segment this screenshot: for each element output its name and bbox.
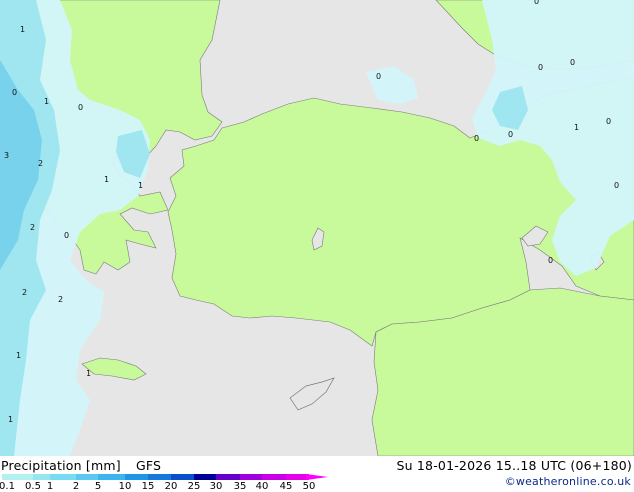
precip-label: 1 xyxy=(20,25,25,34)
colorbar-tick-label: 25 xyxy=(187,481,201,492)
colorbar-tick-label: 5 xyxy=(94,481,102,492)
precip-label: 0 xyxy=(570,58,575,67)
precip-label: 0 xyxy=(548,256,553,265)
precip-label: 0 xyxy=(614,181,619,190)
precip-label: 3 xyxy=(4,151,9,160)
precip-label: 0 xyxy=(606,117,611,126)
colorbar-segment xyxy=(50,474,76,480)
precip-label: 0 xyxy=(534,0,539,6)
precip-label: 1 xyxy=(16,351,21,360)
precip-label: 2 xyxy=(30,223,35,232)
colorbar-tick-label: 35 xyxy=(233,481,247,492)
precip-label: 2 xyxy=(38,159,43,168)
colorbar-segment xyxy=(125,474,148,480)
precip-label: 2 xyxy=(58,295,63,304)
precip-label: 1 xyxy=(86,369,91,378)
colorbar-segment xyxy=(148,474,171,480)
colorbar-tick-label: 20 xyxy=(164,481,178,492)
precip-label: 0 xyxy=(78,103,83,112)
colorbar-tick-label: 0.1 xyxy=(0,481,15,492)
colorbar-segment xyxy=(240,474,262,480)
colorbar-tick-label: 15 xyxy=(141,481,155,492)
precip-label: 1 xyxy=(138,181,143,190)
colorbar-tick-label: 50 xyxy=(302,481,316,492)
precip-label: 0 xyxy=(12,88,17,97)
colorbar-tick-label: 30 xyxy=(209,481,223,492)
precip-label: 0 xyxy=(538,63,543,72)
precip-label: 1 xyxy=(8,415,13,424)
precip-label: 0 xyxy=(508,130,513,139)
weather-map: 1 0 1 0 3 2 1 1 2 0 2 2 1 1 1 0 0 0 0 1 0 0 0 0 0 xyxy=(0,0,634,456)
colorbar-segment xyxy=(76,474,98,480)
colorbar-segment xyxy=(262,474,286,480)
product-title: Precipitation [mm] xyxy=(1,458,121,473)
colorbar-tick-label: 1 xyxy=(46,481,54,492)
precip-label: 1 xyxy=(44,97,49,106)
colorbar-tick-label: 0.5 xyxy=(25,481,41,492)
precip-label: 1 xyxy=(574,123,579,132)
precip-label: 0 xyxy=(64,231,69,240)
colorbar-tick-label: 10 xyxy=(118,481,132,492)
colorbar-tick-label: 40 xyxy=(255,481,269,492)
colorbar-segment xyxy=(98,474,125,480)
precip-label: 0 xyxy=(474,134,479,143)
colorbar-segment xyxy=(194,474,216,480)
model-name: GFS xyxy=(136,458,162,473)
colorbar-segment xyxy=(171,474,194,480)
colorbar-segment xyxy=(216,474,240,480)
precip-label: 0 xyxy=(376,72,381,81)
colorbar-segment xyxy=(33,474,50,480)
precip-label: 2 xyxy=(22,288,27,297)
colorbar-tick-label: 45 xyxy=(279,481,293,492)
valid-time: Su 18-01-2026 15..18 UTC (06+180) xyxy=(396,458,632,473)
credit-text: ©weatheronline.co.uk xyxy=(504,475,631,488)
colorbar-arrow-icon xyxy=(306,474,328,480)
colorbar-segment xyxy=(2,474,33,480)
colorbar-tick-label: 2 xyxy=(72,481,80,492)
precip-label: 1 xyxy=(104,175,109,184)
